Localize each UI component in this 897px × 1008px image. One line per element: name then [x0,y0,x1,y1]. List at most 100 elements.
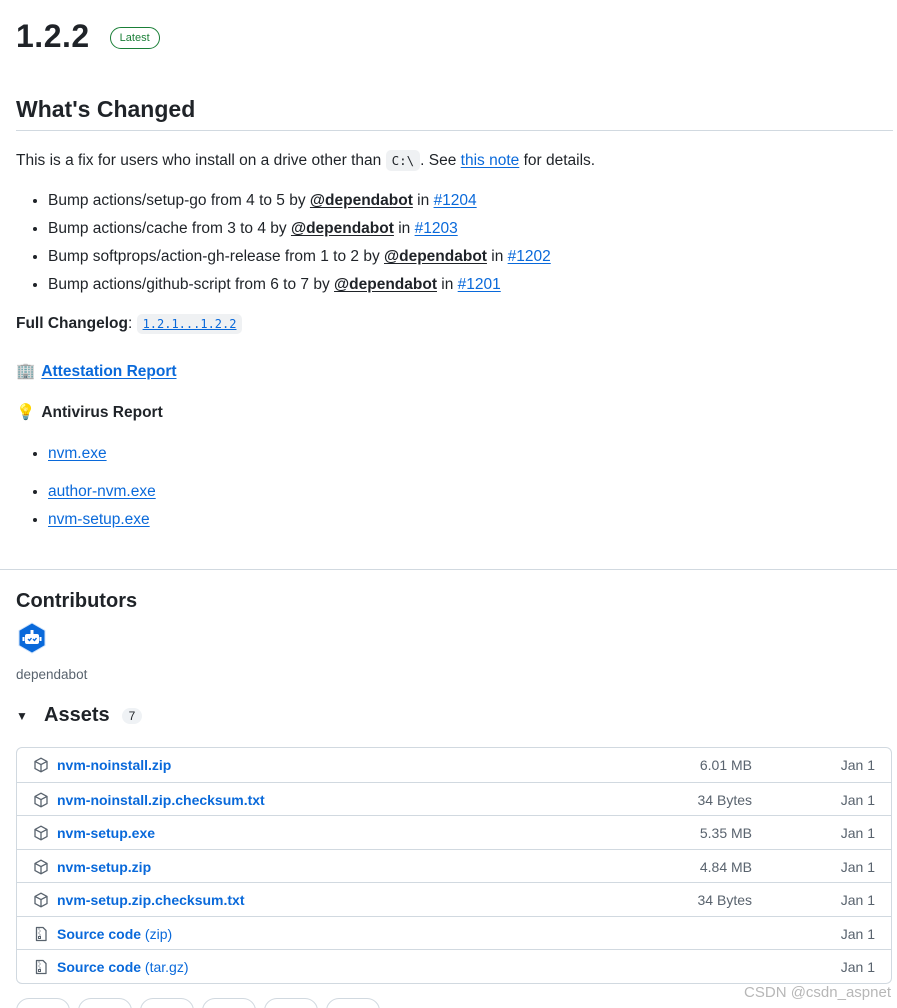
drive-code: C:\ [385,150,421,171]
asset-date: Jan 1 [840,757,875,773]
asset-size: 6.01 MB [699,757,752,773]
file-zip-icon [35,926,47,941]
list-item: nvm-setup.exe [48,508,156,536]
list-item: author-nvm.exe [48,480,156,508]
package-icon [34,757,48,773]
table-row: nvm-setup.zip 4.84 MB Jan 1 [17,848,891,883]
assets-count-badge: 7 [121,707,143,724]
contributors-title: Contributors [16,590,138,612]
list-item: Bump softprops/action-gh-release from 1 … [48,245,551,273]
antivirus-link-nvm-exe[interactable]: nvm.exe [48,445,107,462]
contributor-name[interactable]: dependabot [16,667,87,682]
asset-size: 34 Bytes [697,892,752,908]
asset-size: 4.84 MB [699,858,752,875]
list-item: Bump actions/github-script from 6 to 7 b… [48,273,551,301]
antivirus-links-list: nvm.exe author-nvm.exe nvm-setup.exe [16,442,156,536]
lightbulb-icon: 💡 [16,404,36,421]
attestation-report-link[interactable]: Attestation Report [41,363,176,381]
author-mention-link[interactable]: @dependabot [310,192,413,209]
section-divider [0,569,897,570]
asset-link[interactable]: Source code (tar.gz) [57,959,189,975]
intro-text-after: for details. [519,152,596,169]
office-building-icon: 🏢 [16,363,36,380]
asset-name[interactable]: nvm-setup.zip.checksum.txt [57,892,245,908]
asset-link[interactable]: nvm-setup.zip.checksum.txt [57,892,245,908]
assets-title[interactable]: Assets [44,704,110,727]
pr-link[interactable]: #1201 [458,276,501,293]
changelog-colon: : [127,315,137,332]
changelog-label: Full Changelog [16,315,128,332]
intro-paragraph: This is a fix for users who install on a… [16,150,595,172]
package-icon [34,825,48,841]
attestation-report: 🏢 Attestation Report [16,362,177,381]
list-item: nvm.exe [48,442,156,480]
table-row: Source code (zip) Jan 1 [17,915,891,950]
reaction-button[interactable] [326,998,380,1008]
asset-link[interactable]: Source code (zip) [57,926,172,942]
asset-date: Jan 1 [840,825,875,841]
asset-date: Jan 1 [840,959,875,975]
reaction-button[interactable] [140,998,194,1008]
asset-size: 5.35 MB [699,825,752,841]
reaction-button[interactable] [264,998,318,1008]
asset-name[interactable]: nvm-setup.zip [57,859,151,875]
whats-changed-heading: What's Changed [16,96,893,131]
asset-date: Jan 1 [840,858,875,875]
reaction-button[interactable] [16,998,70,1008]
reaction-button[interactable] [202,998,256,1008]
change-in: in [393,220,415,237]
changes-list: Bump actions/setup-go from 4 to 5 by @de… [16,189,551,301]
pr-link[interactable]: #1202 [508,248,551,265]
asset-date: Jan 1 [840,791,875,808]
dependabot-avatar[interactable] [16,622,48,654]
table-row: nvm-setup.exe 5.35 MB Jan 1 [17,815,891,849]
asset-name[interactable]: nvm-noinstall.zip [57,757,171,773]
table-row: Source code (tar.gz) Jan 1 [17,949,891,983]
author-mention-link[interactable]: @dependabot [291,220,394,237]
assets-table: nvm-noinstall.zip 6.01 MB Jan 1 nvm-noin… [16,747,892,984]
intro-text-before: This is a fix for users who install on a… [16,152,386,169]
asset-link[interactable]: nvm-setup.zip [57,859,151,875]
changelog-compare-link[interactable]: 1.2.1...1.2.2 [136,314,243,334]
this-note-link[interactable]: this note [461,152,520,169]
asset-link[interactable]: nvm-setup.exe [57,825,155,841]
list-item: Bump actions/setup-go from 4 to 5 by @de… [48,189,551,217]
release-header: 1.2.2 Latest [16,18,160,55]
watermark: CSDN @csdn_aspnet [744,984,891,1001]
asset-name[interactable]: nvm-noinstall.zip.checksum.txt [57,792,265,808]
change-text: Bump actions/setup-go from 4 to 5 by [48,192,310,209]
pr-link[interactable]: #1203 [415,220,458,237]
caret-down-icon[interactable]: ▼ [16,709,30,723]
package-icon [34,792,48,807]
change-text: Bump actions/cache from 3 to 4 by [48,220,291,237]
change-in: in [436,276,458,293]
antivirus-link-nvm-setup-exe[interactable]: nvm-setup.exe [48,511,150,528]
author-mention-link[interactable]: @dependabot [384,248,487,265]
asset-link[interactable]: nvm-noinstall.zip [57,757,171,773]
pr-link[interactable]: #1204 [434,192,477,209]
change-in: in [412,192,434,209]
antivirus-report-heading: 💡 Antivirus Report [16,403,163,422]
table-row: nvm-setup.zip.checksum.txt 34 Bytes Jan … [17,882,891,916]
intro-text-middle: . See [420,152,461,169]
asset-name[interactable]: nvm-setup.exe [57,825,155,841]
asset-sub[interactable]: (zip) [141,926,172,942]
author-mention-link[interactable]: @dependabot [334,276,437,293]
asset-name[interactable]: Source code [57,959,141,975]
antivirus-report-label: Antivirus Report [41,403,163,421]
asset-date: Jan 1 [840,925,875,942]
asset-link[interactable]: nvm-noinstall.zip.checksum.txt [57,792,265,808]
asset-sub[interactable]: (tar.gz) [141,959,189,975]
antivirus-link-author-nvm-exe[interactable]: author-nvm.exe [48,483,156,500]
assets-summary[interactable]: ▼ Assets 7 [16,704,143,727]
asset-size: 34 Bytes [697,791,752,808]
file-zip-icon [35,959,47,975]
table-row: nvm-noinstall.zip.checksum.txt 34 Bytes … [17,781,891,816]
full-changelog: Full Changelog: 1.2.1...1.2.2 [16,314,243,334]
reaction-button[interactable] [78,998,132,1008]
change-text: Bump softprops/action-gh-release from 1 … [48,248,384,265]
package-icon [34,892,48,908]
release-version[interactable]: 1.2.2 [16,18,90,55]
change-in: in [486,248,508,265]
asset-name[interactable]: Source code [57,926,141,942]
